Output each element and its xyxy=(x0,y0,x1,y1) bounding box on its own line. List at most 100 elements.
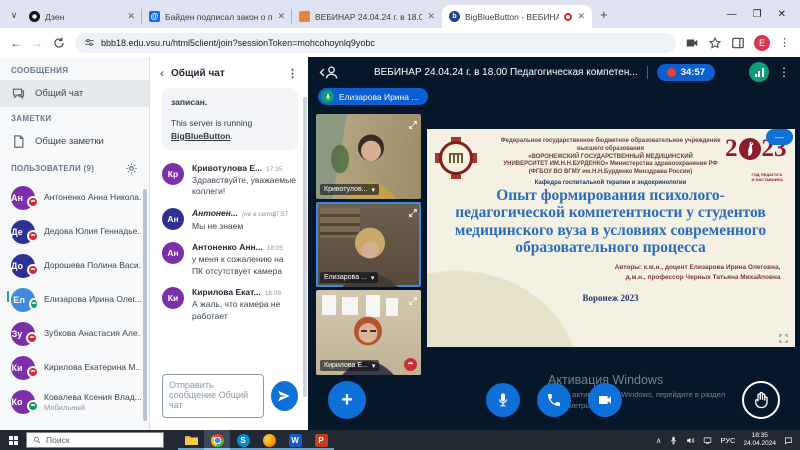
webcam-button[interactable] xyxy=(588,383,622,417)
public-chat-label: Общий чат xyxy=(35,88,83,99)
taskbar-app-firefox[interactable] xyxy=(256,430,282,450)
tab-search-icon[interactable]: ∨ xyxy=(6,10,22,21)
taskbar-app-skype[interactable]: S xyxy=(230,430,256,450)
windows-logo-icon xyxy=(9,436,18,445)
webcam-tile[interactable]: Кривотулов...▾ xyxy=(316,114,421,199)
user-list-item[interactable]: Ел Елизарова Ирина Олег... xyxy=(0,283,149,317)
browser-tab-news[interactable]: @ Байден подписал закон о помощи У... ✕ xyxy=(142,5,292,28)
tab-title: Байден подписал закон о помощи У... xyxy=(165,12,272,22)
chat-back-icon[interactable]: ‹ xyxy=(160,66,164,80)
tab-close-icon[interactable]: ✕ xyxy=(427,11,435,22)
sidebar-item-public-chat[interactable]: Общий чат xyxy=(0,80,149,107)
raise-hand-button[interactable] xyxy=(742,381,780,419)
user-list-item[interactable]: До Дорошева Полина Васи... xyxy=(0,249,149,283)
user-name: Елизарова Ирина Олег... xyxy=(44,294,141,305)
presentation-area: 2 23 ГОД ПЕДАГОГА И НАСТАВНИКА Федеральн… xyxy=(426,114,795,375)
bigbluebutton-link[interactable]: BigBlueButton xyxy=(171,131,231,141)
taskbar-search-box[interactable]: Поиск xyxy=(26,432,164,448)
taskbar-app-explorer[interactable] xyxy=(178,430,204,450)
webcam-name-label[interactable]: Кривотулов...▾ xyxy=(320,184,379,195)
tray-speaker-icon[interactable] xyxy=(686,436,695,445)
webcam-tile-active-speaker[interactable]: Елизарова ...▾ xyxy=(316,202,421,287)
powerpoint-icon: P xyxy=(315,434,328,447)
webcam-name-label[interactable]: Елизарова ...▾ xyxy=(320,272,378,283)
message-author: Антоненко Анн... xyxy=(192,242,263,252)
webcam-name-label[interactable]: Кирилова Е...▾ xyxy=(320,360,379,371)
side-panel-icon[interactable] xyxy=(731,36,745,50)
messages-section-header: СООБЩЕНИЯ xyxy=(0,66,149,75)
chevron-down-icon: ▾ xyxy=(371,274,375,282)
webcams-column: Кривотулов...▾ Елизарова ...▾ xyxy=(316,114,421,375)
back-button[interactable]: ← xyxy=(10,36,22,50)
taskbar-app-chrome[interactable] xyxy=(204,430,230,450)
edu-favicon xyxy=(299,11,310,22)
browser-tab-webinar[interactable]: ВЕБИНАР 24.04.24 г. в 18.00 Педагоги... … xyxy=(292,5,442,28)
manage-users-gear-icon[interactable] xyxy=(125,162,138,175)
message-author: Антонен... xyxy=(192,208,238,218)
user-list-item[interactable]: Ко Ковалева Ксения Влад... Мобильный xyxy=(0,385,149,419)
reload-button[interactable] xyxy=(52,36,66,50)
recording-indicator[interactable]: 34:57 xyxy=(657,64,715,81)
webcam-tile[interactable]: Кирилова Е...▾ xyxy=(316,290,421,375)
start-button[interactable] xyxy=(0,430,26,450)
user-list-item[interactable]: Де Дедова Юлия Геннадье... xyxy=(0,215,149,249)
tray-chevron-icon[interactable]: ∧ xyxy=(656,436,662,445)
window-minimize-button[interactable]: — xyxy=(727,9,737,20)
send-message-button[interactable] xyxy=(271,381,298,411)
bbb-sidebar: СООБЩЕНИЯ Общий чат ЗАМЕТКИ Общие заметк… xyxy=(0,57,150,430)
user-list-item[interactable]: Ан Антоненко Анна Никола... xyxy=(0,181,149,215)
tab-close-icon[interactable]: ✕ xyxy=(577,11,585,22)
userlist-scrollbar[interactable] xyxy=(143,189,147,421)
tray-language-indicator[interactable]: РУС xyxy=(720,436,735,445)
tab-close-icon[interactable]: ✕ xyxy=(127,11,135,22)
webcam-fullscreen-icon[interactable] xyxy=(408,293,418,303)
webcam-chip xyxy=(7,291,9,302)
toggle-userlist-icon[interactable] xyxy=(318,64,340,80)
tray-clock[interactable]: 18:35 24.04.2024 xyxy=(743,432,776,448)
tray-network-icon[interactable] xyxy=(703,436,712,445)
new-tab-button[interactable]: + xyxy=(600,7,608,22)
firefox-icon xyxy=(263,434,276,447)
chat-scrollbar[interactable] xyxy=(303,97,307,397)
meeting-options-icon[interactable]: ⋮ xyxy=(778,65,790,79)
user-name: Кирилова Екатерина М... xyxy=(44,362,141,373)
bookmark-star-icon[interactable] xyxy=(708,36,722,50)
tray-microphone-icon[interactable] xyxy=(669,436,678,445)
address-bar[interactable]: bbb18.edu.vsu.ru/html5client/join?sessio… xyxy=(75,33,676,53)
chat-icon xyxy=(11,86,26,101)
sidebar-item-shared-notes[interactable]: Общие заметки xyxy=(0,128,149,155)
tab-close-icon[interactable]: ✕ xyxy=(277,11,285,22)
search-placeholder: Поиск xyxy=(46,435,70,445)
hide-presentation-button[interactable]: — xyxy=(766,129,793,145)
taskbar-app-powerpoint[interactable]: P xyxy=(308,430,334,450)
browser-tab-dzen[interactable]: Дзен ✕ xyxy=(22,5,142,28)
user-name: Антоненко Анна Никола... xyxy=(44,192,141,203)
user-list-item[interactable]: Ки Кирилова Екатерина М... xyxy=(0,351,149,385)
browser-tab-bigbluebutton-active[interactable]: b BigBlueButton - ВЕБИНАР 24.04... ✕ xyxy=(442,5,592,28)
browser-menu-icon[interactable]: ⋮ xyxy=(779,36,790,49)
window-restore-button[interactable]: ❐ xyxy=(753,9,762,20)
window-close-button[interactable]: ✕ xyxy=(778,9,786,20)
folder-icon xyxy=(185,435,198,446)
chat-options-icon[interactable]: ⋮ xyxy=(287,67,298,80)
connection-status-icon[interactable] xyxy=(749,62,769,82)
webcam-fullscreen-icon[interactable] xyxy=(408,205,418,215)
leave-audio-button[interactable] xyxy=(537,383,571,417)
browser-profile-avatar[interactable]: Е xyxy=(754,35,770,51)
actions-plus-button[interactable]: + xyxy=(328,381,366,419)
camera-in-use-icon[interactable] xyxy=(685,36,699,50)
forward-button[interactable]: → xyxy=(31,36,43,50)
webcam-fullscreen-icon[interactable] xyxy=(408,117,418,127)
talking-indicator[interactable]: Елизарова Ирина ... xyxy=(318,88,428,105)
word-icon: W xyxy=(289,434,302,447)
chat-message-input[interactable] xyxy=(162,374,264,418)
user-list-item[interactable]: Зу Зубкова Анастасия Але... xyxy=(0,317,149,351)
site-settings-icon[interactable] xyxy=(84,37,95,48)
presentation-fullscreen-icon[interactable] xyxy=(778,331,789,342)
notification-center-icon[interactable] xyxy=(784,436,793,445)
microphone-button[interactable] xyxy=(486,383,520,417)
tab-recording-indicator xyxy=(564,13,572,21)
muted-phone-badge xyxy=(27,230,39,242)
message-text: у меня к сожалению на ПК отсутствует кам… xyxy=(192,254,296,277)
taskbar-app-word[interactable]: W xyxy=(282,430,308,450)
